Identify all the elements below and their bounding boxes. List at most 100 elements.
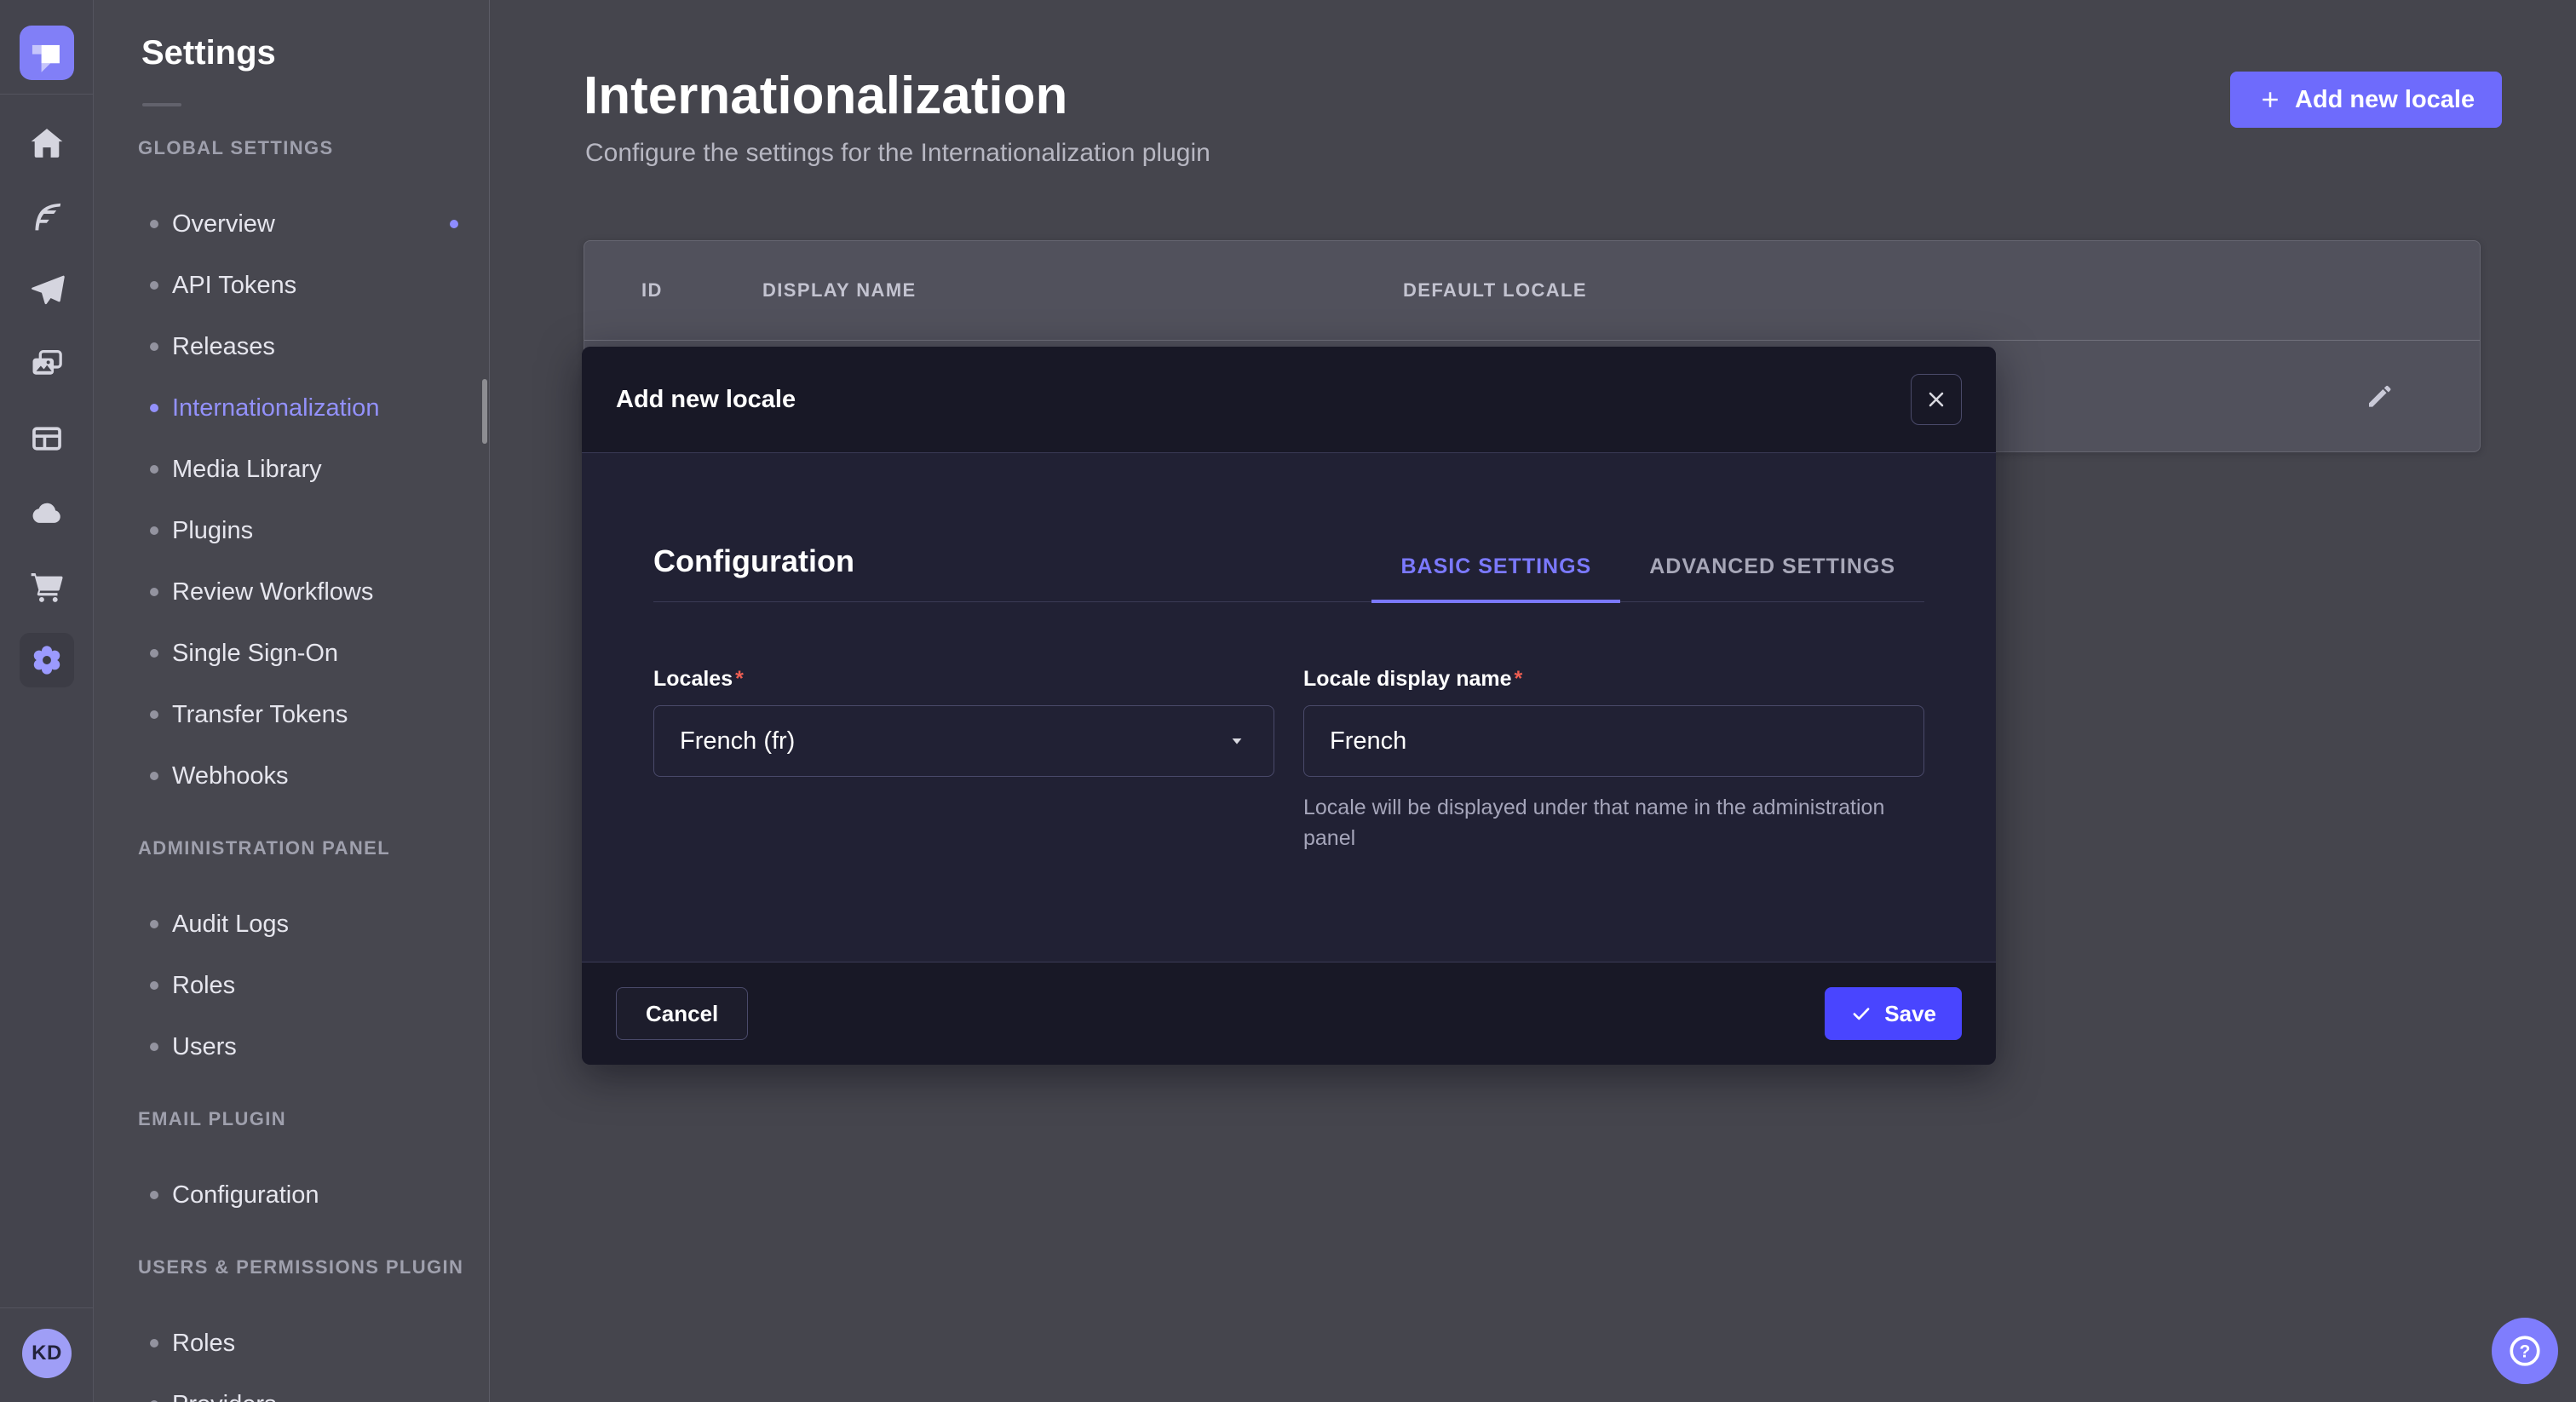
- sidebar-item-label: Audit Logs: [172, 911, 289, 939]
- content-manager-icon[interactable]: [20, 190, 74, 244]
- svg-text:?: ?: [2520, 1342, 2531, 1361]
- bullet-icon: [150, 404, 158, 412]
- column-header-id: ID: [641, 279, 762, 302]
- modal-header: Add new locale: [582, 347, 1996, 453]
- locales-select[interactable]: French (fr): [653, 705, 1274, 777]
- nav-section-label: ADMINISTRATION PANEL: [138, 837, 489, 859]
- modal-title: Add new locale: [616, 386, 796, 414]
- nav-rail: KD: [0, 0, 94, 1402]
- nav-section: ADMINISTRATION PANEL Audit Logs Roles Users: [94, 837, 489, 1077]
- close-icon: [1924, 388, 1948, 411]
- sidebar-item-providers[interactable]: Providers: [94, 1374, 489, 1402]
- sidebar-item-label: Configuration: [172, 1181, 319, 1210]
- cancel-button[interactable]: Cancel: [616, 987, 748, 1040]
- bullet-icon: [150, 588, 158, 596]
- bullet-icon: [150, 1339, 158, 1347]
- sidebar-item-releases[interactable]: Releases: [94, 316, 489, 377]
- media-library-icon[interactable]: [20, 337, 74, 392]
- add-button-label: Add new locale: [2295, 86, 2475, 114]
- add-new-locale-button[interactable]: Add new locale: [2230, 72, 2502, 128]
- sidebar-item-single-sign-on[interactable]: Single Sign-On: [94, 623, 489, 684]
- sidebar-item-users[interactable]: Users: [94, 1016, 489, 1077]
- sidebar-title: Settings: [141, 34, 489, 72]
- nav-section: GLOBAL SETTINGS Overview API Tokens Release…: [94, 137, 489, 807]
- sidebar-item-plugins[interactable]: Plugins: [94, 500, 489, 561]
- sidebar-item-api-tokens[interactable]: API Tokens: [94, 255, 489, 316]
- nav-section: USERS & PERMISSIONS PLUGINRolesProviders: [94, 1256, 489, 1402]
- content-type-builder-icon[interactable]: [20, 411, 74, 466]
- display-name-hint: Locale will be displayed under that name…: [1303, 792, 1924, 853]
- modal-tabs: BASIC SETTINGSADVANCED SETTINGS: [1371, 554, 1924, 601]
- sidebar-item-roles[interactable]: Roles: [94, 1313, 489, 1374]
- bullet-icon: [150, 981, 158, 990]
- bullet-icon: [150, 1043, 158, 1051]
- locales-select-value: French (fr): [680, 727, 795, 756]
- sidebar-item-label: Media Library: [172, 456, 322, 484]
- settings-nav-sections: GLOBAL SETTINGS Overview API Tokens Release…: [94, 137, 489, 1402]
- bullet-icon: [150, 1191, 158, 1199]
- bullet-icon: [150, 220, 158, 228]
- rail-divider: [0, 94, 93, 95]
- question-mark-icon: ?: [2506, 1332, 2544, 1370]
- sidebar-item-webhooks[interactable]: Webhooks: [94, 745, 489, 807]
- home-icon[interactable]: [20, 116, 74, 170]
- page-subtitle: Configure the settings for the Internati…: [585, 139, 1210, 168]
- notification-dot: [450, 220, 458, 228]
- sidebar-scrollbar[interactable]: [482, 379, 487, 444]
- pencil-icon: [2364, 381, 2395, 411]
- sidebar-item-label: Plugins: [172, 517, 253, 545]
- edit-locale-button[interactable]: [2360, 377, 2398, 415]
- settings-icon[interactable]: [20, 633, 74, 687]
- display-name-field-group: Locale display name* Locale will be disp…: [1303, 667, 1924, 853]
- column-header-default-locale: DEFAULT LOCALE: [1403, 279, 2480, 302]
- sidebar-item-label: Users: [172, 1033, 237, 1061]
- sidebar-item-roles[interactable]: Roles: [94, 955, 489, 1016]
- sidebar-item-label: Transfer Tokens: [172, 701, 348, 729]
- sidebar-item-label: API Tokens: [172, 272, 296, 300]
- sidebar-item-label: Review Workflows: [172, 578, 373, 606]
- configuration-heading: Configuration: [653, 543, 854, 601]
- required-asterisk: *: [735, 667, 744, 691]
- sidebar-item-configuration[interactable]: Configuration: [94, 1164, 489, 1226]
- rail-divider-bottom: [0, 1307, 93, 1308]
- modal-body: Configuration BASIC SETTINGSADVANCED SET…: [582, 543, 1996, 853]
- marketplace-icon[interactable]: [20, 559, 74, 613]
- title-divider: [142, 103, 181, 106]
- sidebar-item-audit-logs[interactable]: Audit Logs: [94, 893, 489, 955]
- deploy-icon[interactable]: [20, 486, 74, 540]
- page-title: Internationalization: [584, 66, 1067, 126]
- nav-section-label: GLOBAL SETTINGS: [138, 137, 489, 159]
- display-name-label: Locale display name*: [1303, 667, 1924, 692]
- nav-section: EMAIL PLUGIN Configuration: [94, 1108, 489, 1226]
- bullet-icon: [150, 649, 158, 658]
- bullet-icon: [150, 526, 158, 535]
- help-button[interactable]: ?: [2492, 1318, 2558, 1384]
- bullet-icon: [150, 465, 158, 474]
- sidebar-item-label: Overview: [172, 210, 275, 238]
- avatar[interactable]: KD: [22, 1329, 72, 1378]
- tab-basic-settings[interactable]: BASIC SETTINGS: [1371, 554, 1620, 603]
- save-button-label: Save: [1884, 1001, 1936, 1027]
- sidebar-item-media-library[interactable]: Media Library: [94, 439, 489, 500]
- chevron-down-icon: [1226, 730, 1248, 752]
- close-modal-button[interactable]: [1911, 374, 1962, 425]
- sidebar-item-internationalization[interactable]: Internationalization: [94, 377, 489, 439]
- display-name-input[interactable]: [1303, 705, 1924, 777]
- bullet-icon: [150, 920, 158, 928]
- sidebar-item-label: Roles: [172, 1330, 235, 1358]
- bullet-icon: [150, 281, 158, 290]
- table-header-row: IDDISPLAY NAMEDEFAULT LOCALE: [584, 241, 2480, 341]
- nav-section-label: EMAIL PLUGIN: [138, 1108, 489, 1130]
- tab-advanced-settings[interactable]: ADVANCED SETTINGS: [1620, 554, 1924, 603]
- strapi-logo[interactable]: [20, 26, 74, 80]
- save-button[interactable]: Save: [1825, 987, 1962, 1040]
- sidebar-item-overview[interactable]: Overview: [94, 193, 489, 255]
- sidebar-item-label: Single Sign-On: [172, 640, 338, 668]
- column-header-display-name: DISPLAY NAME: [762, 279, 1403, 302]
- releases-icon[interactable]: [20, 263, 74, 318]
- sidebar-item-transfer-tokens[interactable]: Transfer Tokens: [94, 684, 489, 745]
- sidebar-item-label: Providers: [172, 1391, 277, 1402]
- plus-icon: [2257, 87, 2283, 112]
- sidebar-item-review-workflows[interactable]: Review Workflows: [94, 561, 489, 623]
- required-asterisk: *: [1515, 667, 1523, 691]
